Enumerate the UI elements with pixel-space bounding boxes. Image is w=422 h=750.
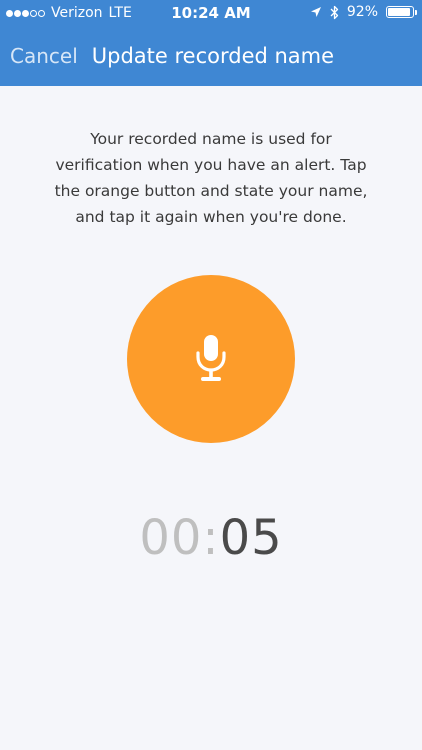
timer-separator: : bbox=[202, 510, 220, 566]
app-header: Verizon LTE 10:24 AM 92% Cancel Update r… bbox=[0, 0, 422, 86]
instructions-text: Your recorded name is used for verificat… bbox=[54, 130, 368, 226]
bluetooth-icon bbox=[330, 5, 339, 19]
status-right: 92% bbox=[310, 4, 417, 20]
timer-minutes: 00 bbox=[139, 510, 203, 566]
timer-seconds: 05 bbox=[219, 510, 283, 566]
battery-tip bbox=[415, 10, 417, 15]
page-title: Update recorded name bbox=[91, 44, 335, 68]
microphone-icon bbox=[196, 335, 226, 381]
cancel-button[interactable]: Cancel bbox=[10, 44, 78, 68]
recording-timer: 00:05 bbox=[0, 510, 422, 566]
status-bar: Verizon LTE 10:24 AM 92% bbox=[0, 0, 422, 28]
battery-icon bbox=[386, 6, 417, 18]
record-button[interactable] bbox=[127, 275, 295, 443]
battery-fill bbox=[388, 8, 410, 16]
battery-percent: 92% bbox=[346, 4, 378, 20]
nav-bar: Cancel Update recorded name bbox=[0, 38, 422, 74]
location-arrow-icon bbox=[310, 7, 321, 17]
